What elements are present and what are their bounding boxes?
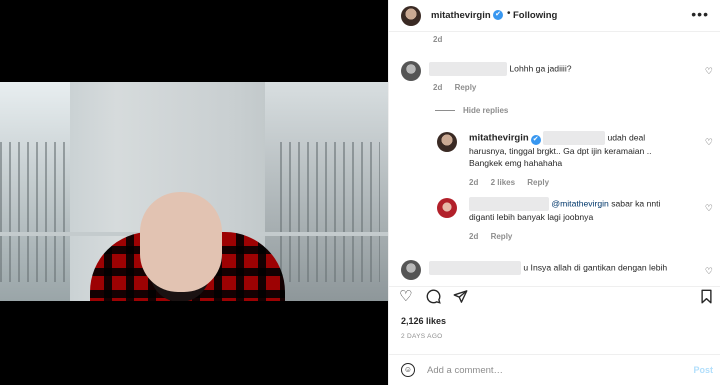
action-bar: ♡ [389,286,720,308]
author-username[interactable]: mitathevirgin [431,10,491,21]
background-fence-left [0,142,70,282]
comment-meta: 2d [433,35,452,44]
reply-text-line: Bangkek emg hahahaha [469,158,563,169]
reply-text-line: udah deal [607,132,646,143]
person-hair [120,168,250,278]
reply-text-line: sabar ka nnti [608,198,661,209]
add-comment-bar: ☺ Post [389,354,720,385]
comment-icon[interactable] [426,289,441,308]
comment-text: u Insya allah di gantikan dengan lebih [523,262,668,273]
hide-replies-button[interactable]: Hide replies [435,106,508,115]
comments-list[interactable]: 2d Lohhh ga jadiiii? ♡ 2d Reply Hide rep… [389,33,720,285]
like-comment-heart-icon[interactable]: ♡ [705,137,713,148]
more-horizontal-icon[interactable]: ••• [691,6,709,22]
emoji-icon[interactable]: ☺ [401,363,415,377]
like-comment-heart-icon[interactable]: ♡ [705,266,713,277]
post-header: mitathevirgin ✔ • Following ••• [389,0,720,32]
reply-body: @mitathevirgin sabar ka nnti diganti leb… [469,197,699,223]
background-fence-right [280,142,380,282]
comment-text: Lohhh ga jadiiii? [509,63,572,74]
author-avatar[interactable] [401,6,421,26]
mention-link[interactable]: @mitathevirgin [551,198,608,208]
comment-time: 2d [433,83,443,92]
reply-button[interactable]: Reply [455,83,477,92]
share-icon[interactable] [453,289,468,308]
redacted-username [429,62,507,76]
like-comment-heart-icon[interactable]: ♡ [705,66,713,77]
add-comment-input[interactable] [427,361,667,379]
reply-button[interactable]: Reply [527,178,549,187]
commenter-avatar[interactable] [401,61,421,81]
post-time-ago: 2 DAYS AGO [401,333,443,340]
redacted-username [469,197,549,211]
like-comment-heart-icon[interactable]: ♡ [705,203,713,214]
separator-dot: • [507,8,511,19]
reply-text-line: harusnya, tinggal brgkt.. Ga dpt ijin ke… [469,146,652,157]
comment-likes[interactable]: 2 likes [491,178,515,187]
redacted-username [429,261,521,275]
comment-time: 2d [469,178,479,187]
bookmark-icon[interactable] [700,289,713,308]
reply-commenter-avatar[interactable] [437,198,457,218]
reply-text-line: diganti lebih banyak lagi joobnya [469,212,594,222]
comments-panel: mitathevirgin ✔ • Following ••• 2d Lohhh… [388,0,720,385]
comment-meta: 2d Reply [433,83,486,92]
reply-username[interactable]: mitathevirgin [469,132,529,143]
verified-badge-icon: ✔ [530,135,541,146]
comment-body: Lohhh ga jadiiii? [429,62,572,76]
heart-icon[interactable]: ♡ [399,289,412,305]
comment-body: u Insya allah di gantikan dengan lebih [429,261,667,275]
reply-meta: 2d 2 likes Reply [469,178,559,187]
reply-author-avatar[interactable] [437,132,457,152]
verified-badge-icon: ✔ [493,10,503,20]
reply-button[interactable]: Reply [491,232,513,241]
post-button[interactable]: Post [693,365,713,375]
likes-count[interactable]: 2,126 likes [401,316,446,326]
following-button[interactable]: Following [513,10,557,21]
reply-body: mitathevirgin ✔ udah deal harusnya, tingg… [469,131,699,169]
comment-time: 2d [433,35,443,44]
commenter-avatar[interactable] [401,260,421,280]
comment-time: 2d [469,232,479,241]
post-media[interactable] [0,0,388,385]
redacted-mention [543,131,606,145]
reply-meta: 2d Reply [469,232,522,241]
post-photo[interactable] [0,82,388,301]
